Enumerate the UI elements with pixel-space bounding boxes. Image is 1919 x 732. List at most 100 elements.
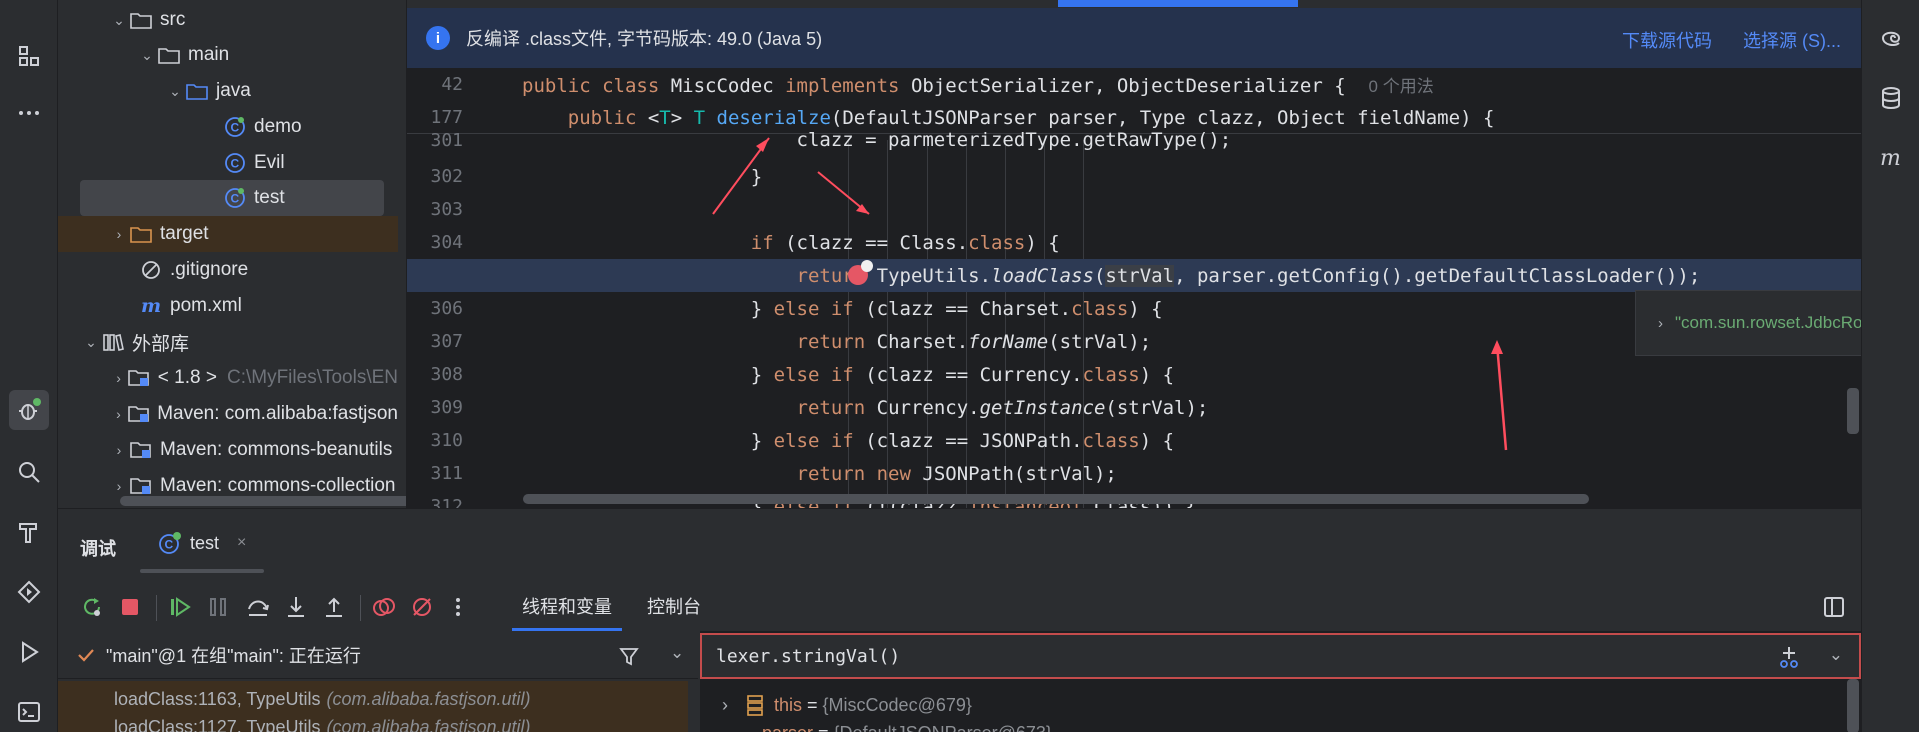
frames-pane: "main"@1 在组"main": 正在运行 ⌄ loadClass:1163… [58, 631, 698, 732]
run-icon[interactable] [9, 632, 49, 672]
code-line[interactable]: 308 } else if (clazz == Currency.class) … [407, 358, 1861, 391]
rerun-icon[interactable] [78, 593, 106, 621]
usages-hint[interactable]: 0 个用法 [1369, 77, 1434, 96]
tab-threads-variables[interactable]: 线程和变量 [512, 581, 622, 631]
tab-console[interactable]: 控制台 [647, 581, 701, 631]
tree-item-beanutils[interactable]: › Maven: commons-beanutils [58, 432, 398, 468]
view-breakpoints-icon[interactable] [370, 593, 398, 621]
frame-row[interactable]: loadClass:1163, TypeUtils (com.alibaba.f… [58, 681, 688, 717]
tree-item-label: target [160, 223, 209, 244]
search-icon[interactable] [9, 452, 49, 492]
chevron-right-icon[interactable]: › [110, 406, 127, 422]
code-line[interactable]: 309 return Currency.getInstance(strVal); [407, 391, 1861, 424]
tree-item-path: C:\MyFiles\Tools\EN [226, 367, 398, 388]
chevron-right-icon[interactable]: › [110, 226, 128, 242]
code-line[interactable]: 304 if (clazz == Class.class) { [407, 226, 1861, 259]
code-line[interactable]: 303 [407, 193, 1861, 226]
variable-value: {DefaultJSONParser@673} [834, 723, 1052, 732]
terminal-icon[interactable] [9, 692, 49, 732]
layout-icon[interactable] [1820, 593, 1848, 621]
frame-method: loadClass:1127, TypeUtils [114, 717, 321, 732]
variable-row[interactable]: parser = {DefaultJSONParser@673} [700, 723, 1840, 732]
database-icon[interactable] [1871, 78, 1911, 118]
tree-item-main[interactable]: ⌄ main [58, 37, 398, 73]
tree-item-external-libs[interactable]: ⌄ 外部库 [58, 324, 398, 360]
debug-session-tab[interactable]: C test × [158, 523, 246, 563]
tree-item-fastjson[interactable]: › Maven: com.alibaba:fastjson [58, 396, 398, 432]
services-icon[interactable] [9, 572, 49, 612]
tree-item-label: 外部库 [132, 333, 190, 355]
chevron-down-icon[interactable]: ⌄ [138, 47, 156, 64]
more-options-icon[interactable] [444, 593, 472, 621]
step-into-icon[interactable] [282, 593, 310, 621]
tree-item-evil[interactable]: C Evil [58, 145, 398, 181]
tree-item-pom[interactable]: m pom.xml [58, 288, 398, 324]
chevron-down-icon[interactable]: ⌄ [166, 83, 184, 100]
line-number: 306 [430, 298, 463, 319]
code-line[interactable]: 301 clazz = parmeterizedType.getRawType(… [407, 127, 1861, 153]
close-icon[interactable]: × [237, 534, 246, 552]
thread-selector[interactable]: "main"@1 在组"main": 正在运行 ⌄ [58, 631, 698, 679]
code-text: } else if (clazz == Charset.class) { [522, 297, 1163, 320]
tree-item-java[interactable]: ⌄ java [58, 73, 398, 109]
debug-panel: 调试 C test × 线程和变量 控制台 "main"@1 在组"main":… [58, 508, 1861, 732]
variable-row[interactable]: › this = {MiscCodec@679} [700, 687, 1840, 723]
editor-vertical-scrollbar[interactable] [1847, 388, 1859, 434]
debug-tab-label: test [190, 532, 220, 553]
code-line[interactable]: 310 } else if (clazz == JSONPath.class) … [407, 424, 1861, 457]
tree-horizontal-scrollbar[interactable] [120, 496, 406, 506]
hammer-build-icon[interactable] [9, 512, 49, 552]
resume-icon[interactable] [166, 593, 194, 621]
mute-breakpoints-icon[interactable] [408, 593, 436, 621]
right-tool-strip: m [1861, 0, 1919, 732]
chevron-down-icon[interactable]: ⌄ [670, 643, 684, 663]
maven-icon[interactable]: m [1871, 138, 1911, 178]
editor-horizontal-scrollbar[interactable] [523, 494, 1589, 504]
tree-item-gitignore[interactable]: .gitignore [58, 252, 398, 288]
step-over-icon[interactable] [244, 593, 272, 621]
debug-bug-icon[interactable] [9, 390, 49, 430]
tree-item-demo[interactable]: C demo [58, 109, 398, 145]
java-class-icon: C [222, 152, 248, 174]
chevron-right-icon[interactable]: › [110, 478, 128, 494]
code-line[interactable]: 302 } [407, 160, 1861, 193]
chevron-down-icon[interactable]: ⌄ [110, 12, 128, 29]
chevron-down-icon[interactable]: ⌄ [1829, 645, 1843, 665]
watch-expression[interactable]: lexer.stringVal() [716, 646, 900, 667]
add-watch-icon[interactable] [1777, 645, 1801, 669]
filter-icon[interactable] [618, 645, 640, 667]
tree-item-test[interactable]: C test [80, 180, 384, 216]
pause-icon[interactable] [204, 593, 232, 621]
ai-assistant-icon[interactable] [1871, 18, 1911, 58]
stop-icon[interactable] [116, 593, 144, 621]
svg-text:C: C [231, 157, 240, 171]
code-line[interactable]: 311 return new JSONPath(strVal); [407, 457, 1861, 490]
frame-method: loadClass:1163, TypeUtils [114, 688, 321, 709]
download-sources-link[interactable]: 下载源代码 [1622, 27, 1712, 53]
frame-row[interactable]: loadClass:1127, TypeUtils (com.alibaba.f… [58, 717, 688, 732]
tree-item-jdk[interactable]: › < 1.8 > C:\MyFiles\Tools\EN [58, 360, 398, 396]
inline-value-popup[interactable]: › "com.sun.rowset.JdbcRowSetImpl" ! [1635, 290, 1861, 356]
left-tool-strip [0, 0, 58, 732]
toolbar-separator [360, 595, 361, 621]
folder-icon [128, 223, 154, 245]
line-number: 303 [430, 199, 463, 220]
chevron-right-icon[interactable]: › [722, 695, 728, 716]
variables-scrollbar[interactable] [1847, 679, 1859, 732]
jar-icon [128, 439, 154, 461]
chevron-down-icon[interactable]: ⌄ [82, 334, 100, 351]
tree-item-target[interactable]: › target [58, 216, 398, 252]
tree-item-label: pom.xml [170, 295, 242, 316]
choose-sources-link[interactable]: 选择源 (S)... [1743, 27, 1841, 53]
chevron-right-icon[interactable]: › [110, 442, 128, 458]
tree-item-src[interactable]: ⌄ src [58, 2, 398, 38]
code-line-current[interactable]: return TypeUtils.loadClass(strVal, parse… [407, 259, 1861, 292]
sticky-line-class[interactable]: 42 public class MiscCodec implements Obj… [407, 68, 1861, 101]
structure-icon[interactable] [9, 36, 49, 76]
chevron-right-icon[interactable]: › [110, 370, 127, 386]
chevron-right-icon[interactable]: › [1658, 315, 1663, 332]
evaluate-expression-input[interactable]: lexer.stringVal() ⌄ [700, 633, 1861, 679]
more-tools-icon[interactable] [9, 93, 49, 133]
step-out-icon[interactable] [320, 593, 348, 621]
tree-item-label: Maven: com.alibaba:fastjson [157, 403, 398, 424]
